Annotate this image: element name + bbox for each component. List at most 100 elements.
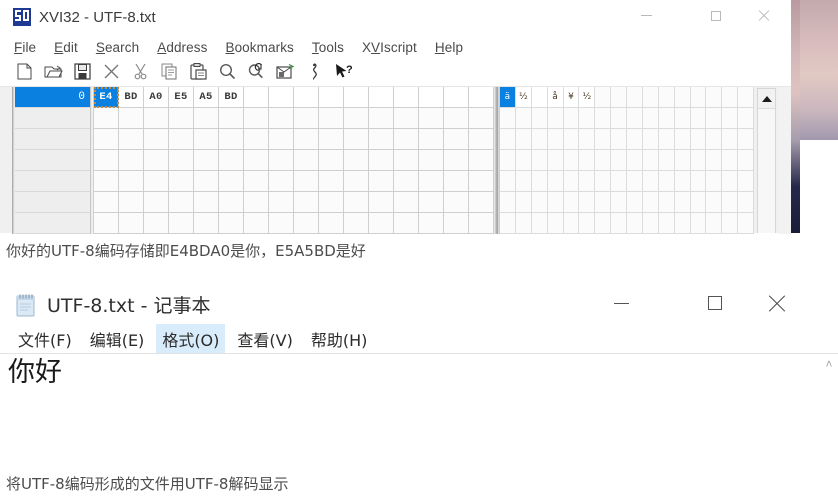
hex-byte-cell[interactable]	[394, 108, 419, 129]
notepad-text-area[interactable]: 你好 ˄	[0, 353, 838, 455]
hex-byte-cell[interactable]	[369, 108, 394, 129]
char-cell[interactable]	[547, 108, 564, 129]
char-cell[interactable]	[611, 213, 627, 234]
char-cell[interactable]	[706, 192, 723, 213]
hex-byte-cell[interactable]	[419, 129, 444, 150]
char-cell[interactable]	[738, 213, 754, 234]
hex-byte-cell[interactable]	[444, 171, 469, 192]
open-file-icon[interactable]	[40, 60, 67, 84]
hex-byte-cell[interactable]	[169, 129, 194, 150]
hex-byte-cell[interactable]	[319, 108, 344, 129]
char-cell[interactable]	[738, 129, 754, 150]
char-cell[interactable]	[563, 108, 580, 129]
menu-item-edit[interactable]: Edit	[54, 40, 78, 55]
hex-byte-cell[interactable]	[294, 129, 319, 150]
notepad-maximize-button[interactable]	[686, 283, 744, 323]
hex-byte-cell[interactable]: E5	[169, 87, 194, 108]
char-cell[interactable]	[690, 108, 707, 129]
hex-byte-cell[interactable]	[269, 87, 294, 108]
char-cell[interactable]	[531, 87, 548, 108]
char-cell[interactable]	[706, 171, 723, 192]
char-cell[interactable]	[658, 87, 675, 108]
char-cell[interactable]	[547, 213, 564, 234]
char-cell[interactable]	[579, 129, 596, 150]
char-cell[interactable]	[595, 192, 612, 213]
hex-byte-cell[interactable]	[269, 213, 294, 234]
hex-byte-cell[interactable]	[419, 150, 444, 171]
hex-byte-cell[interactable]	[144, 129, 169, 150]
hex-byte-cell[interactable]	[394, 129, 419, 150]
hex-byte-cell[interactable]	[194, 150, 219, 171]
hex-byte-cell[interactable]: E4	[94, 87, 119, 108]
hex-byte-cell[interactable]	[344, 192, 369, 213]
find-replace-icon[interactable]	[243, 60, 270, 84]
char-cell[interactable]	[690, 150, 707, 171]
paste-icon[interactable]	[185, 60, 212, 84]
scroll-track[interactable]	[758, 109, 775, 233]
delete-icon[interactable]	[98, 60, 125, 84]
goto-address-icon[interactable]	[272, 60, 299, 84]
char-cell[interactable]	[547, 129, 564, 150]
char-cell[interactable]	[690, 192, 707, 213]
char-cell[interactable]	[722, 213, 739, 234]
char-cell[interactable]	[627, 213, 643, 234]
xvi32-maximize-button[interactable]	[693, 0, 739, 31]
hex-byte-cell[interactable]	[394, 171, 419, 192]
notepad-titlebar[interactable]: UTF-8.txt - 记事本	[0, 281, 838, 325]
menu-item-bookmarks[interactable]: Bookmarks	[225, 40, 293, 55]
hex-byte-cell[interactable]	[319, 171, 344, 192]
menu-item-xviscript[interactable]: XVIscript	[362, 40, 417, 55]
hex-byte-cell[interactable]	[194, 213, 219, 234]
char-cell[interactable]	[658, 150, 675, 171]
char-cell[interactable]	[563, 129, 580, 150]
hex-byte-cell[interactable]	[219, 171, 244, 192]
notepad-menu-format[interactable]: 格式(O)	[156, 324, 226, 354]
hex-byte-cell[interactable]	[319, 87, 344, 108]
hex-byte-cell[interactable]	[344, 108, 369, 129]
char-cell[interactable]	[674, 108, 691, 129]
char-cell[interactable]	[658, 171, 675, 192]
notepad-vertical-scrollbar[interactable]: ˄	[820, 354, 838, 455]
hex-byte-cell[interactable]	[269, 150, 294, 171]
char-cell[interactable]	[722, 87, 739, 108]
char-cell[interactable]	[738, 150, 754, 171]
hex-byte-cell[interactable]	[469, 192, 494, 213]
hex-byte-cell[interactable]	[369, 213, 394, 234]
notepad-close-button[interactable]	[747, 283, 805, 323]
hex-byte-cell[interactable]	[469, 150, 494, 171]
char-cell[interactable]	[515, 213, 532, 234]
hex-vertical-scrollbar[interactable]	[757, 88, 776, 233]
hex-byte-cell[interactable]	[94, 192, 119, 213]
hex-byte-cell[interactable]	[344, 129, 369, 150]
hex-byte-cell[interactable]	[444, 213, 469, 234]
char-cell[interactable]	[515, 150, 532, 171]
hex-byte-cell[interactable]	[319, 129, 344, 150]
char-cell[interactable]	[690, 171, 707, 192]
hex-byte-cell[interactable]	[94, 171, 119, 192]
hex-byte-cell[interactable]	[119, 192, 144, 213]
hex-byte-cell[interactable]	[194, 171, 219, 192]
xvi32-close-button[interactable]	[740, 0, 786, 31]
hex-byte-cell[interactable]	[369, 192, 394, 213]
hex-byte-cell[interactable]	[444, 150, 469, 171]
char-cell[interactable]	[627, 129, 643, 150]
hex-byte-cell[interactable]	[244, 171, 269, 192]
char-cell[interactable]	[690, 213, 707, 234]
char-cell[interactable]	[611, 129, 627, 150]
hex-byte-cell[interactable]	[144, 213, 169, 234]
hex-byte-cell[interactable]	[469, 87, 494, 108]
char-cell[interactable]	[658, 213, 675, 234]
hex-byte-cell[interactable]	[269, 108, 294, 129]
char-cell[interactable]	[611, 192, 627, 213]
char-cell[interactable]	[563, 213, 580, 234]
hex-byte-cell[interactable]	[469, 129, 494, 150]
hex-byte-cell[interactable]	[94, 129, 119, 150]
hex-byte-cell[interactable]	[444, 129, 469, 150]
hex-byte-cell[interactable]	[244, 108, 269, 129]
hex-byte-cell[interactable]	[394, 150, 419, 171]
hex-byte-cell[interactable]	[194, 108, 219, 129]
hex-byte-cell[interactable]	[219, 129, 244, 150]
char-cell[interactable]	[642, 108, 659, 129]
char-cell[interactable]	[595, 87, 612, 108]
hex-byte-cell[interactable]	[194, 129, 219, 150]
